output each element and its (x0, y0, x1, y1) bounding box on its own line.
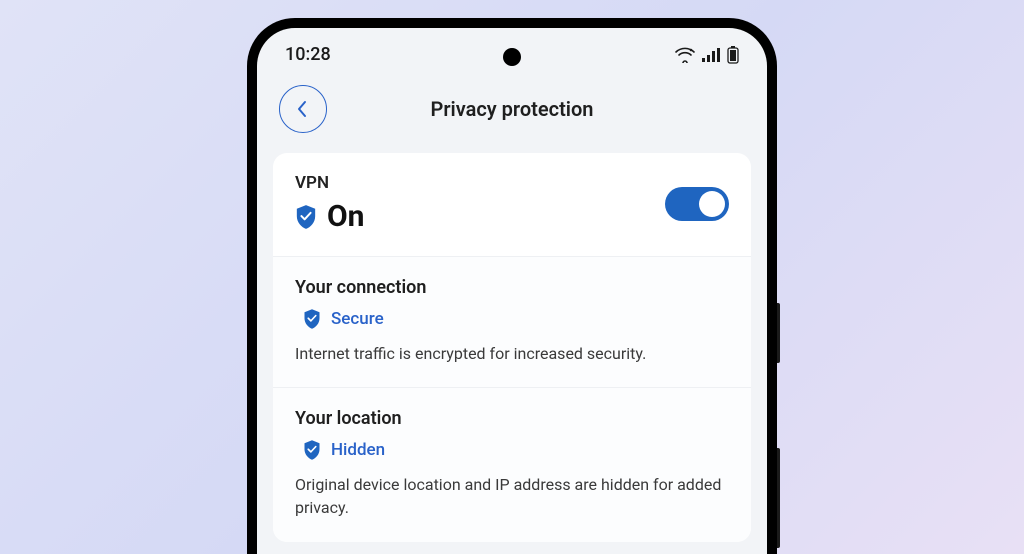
location-status: Hidden (331, 440, 385, 460)
location-section: Your location Hidden Original device loc… (273, 387, 751, 541)
vpn-row: VPN On (273, 153, 751, 256)
vpn-status: On (327, 199, 365, 234)
shield-check-icon (295, 204, 317, 230)
toggle-knob (699, 191, 725, 217)
camera-notch (503, 48, 521, 66)
connection-status: Secure (331, 309, 384, 329)
connection-section: Your connection Secure Internet traffic … (273, 256, 751, 387)
vpn-label: VPN (295, 173, 365, 193)
wifi-icon (675, 47, 695, 63)
phone-side-button (777, 448, 780, 548)
status-time: 10:28 (285, 44, 331, 65)
signal-icon (701, 47, 721, 63)
connection-title: Your connection (295, 277, 729, 298)
phone-frame: 10:28 (247, 18, 777, 554)
phone-screen: 10:28 (257, 28, 767, 554)
battery-icon (727, 46, 739, 64)
location-title: Your location (295, 408, 729, 429)
shield-check-icon (303, 439, 321, 461)
settings-card: VPN On Your connection (273, 153, 751, 542)
vpn-toggle[interactable] (665, 187, 729, 221)
page-title: Privacy protection (279, 97, 745, 121)
connection-description: Internet traffic is encrypted for increa… (295, 342, 729, 365)
header: Privacy protection (257, 71, 767, 153)
location-description: Original device location and IP address … (295, 473, 729, 519)
shield-check-icon (303, 308, 321, 330)
phone-side-button (777, 303, 780, 363)
status-icons (675, 46, 739, 64)
